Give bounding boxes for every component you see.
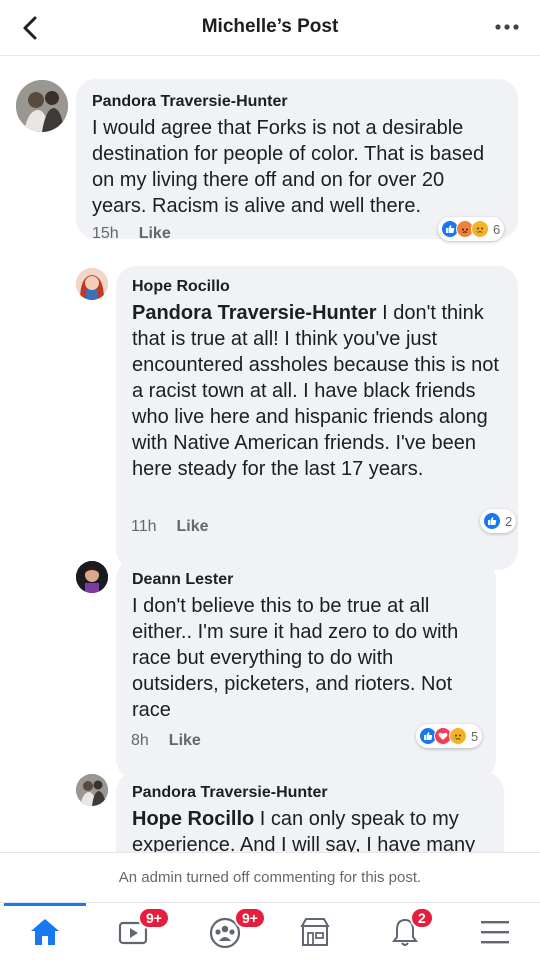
nav-groups[interactable]: 9+ xyxy=(180,903,270,960)
like-reaction-icon xyxy=(483,512,501,530)
avatar[interactable] xyxy=(76,561,108,593)
more-options-button[interactable] xyxy=(492,14,522,40)
nav-marketplace[interactable] xyxy=(270,903,360,960)
mention-link[interactable]: Hope Rocillo xyxy=(132,808,254,830)
notification-badge: 9+ xyxy=(138,907,170,929)
comment-time[interactable]: 11h xyxy=(131,518,157,536)
comment-time[interactable]: 15h xyxy=(92,225,119,243)
comment-bubble[interactable]: Pandora Traversie-Hunter I would agree t… xyxy=(76,79,518,239)
comment-time[interactable]: 8h xyxy=(131,732,149,750)
comment-author[interactable]: Hope Rocillo xyxy=(132,276,504,298)
like-button[interactable]: Like xyxy=(139,225,171,243)
sad-reaction-icon xyxy=(471,220,489,238)
reaction-count: 2 xyxy=(505,513,513,529)
nav-notifications[interactable]: 2 xyxy=(360,903,450,960)
avatar[interactable] xyxy=(76,268,108,300)
avatar[interactable] xyxy=(16,80,68,132)
menu-icon xyxy=(481,921,509,944)
commenting-disabled-notice: An admin turned off commenting for this … xyxy=(0,852,540,902)
page-title: Michelle’s Post xyxy=(201,16,339,37)
reaction-summary[interactable]: 5 xyxy=(416,724,483,748)
notification-badge: 9+ xyxy=(234,907,266,929)
comment-author[interactable]: Pandora Traversie-Hunter xyxy=(132,782,490,804)
comment-author[interactable]: Deann Lester xyxy=(132,569,482,591)
mention-link[interactable]: Pandora Traversie-Hunter xyxy=(132,302,377,324)
like-button[interactable]: Like xyxy=(169,732,201,750)
comment-meta: 8h Like xyxy=(131,732,201,750)
like-button[interactable]: Like xyxy=(177,518,209,536)
comment-meta: 11h Like xyxy=(131,518,209,536)
reaction-summary[interactable]: 6 xyxy=(438,217,505,241)
reaction-count: 5 xyxy=(471,728,479,744)
more-horizontal-icon xyxy=(495,24,519,30)
comments-feed[interactable]: Pandora Traversie-Hunter I would agree t… xyxy=(0,56,540,852)
comment-meta: 15h Like xyxy=(92,225,171,243)
comment-body: I don't think that is true at all! I thi… xyxy=(132,302,499,480)
comment-author[interactable]: Pandora Traversie-Hunter xyxy=(92,91,504,113)
comment-bubble[interactable]: Pandora Traversie-Hunter Hope Rocillo I … xyxy=(116,772,504,852)
comment-text: Pandora Traversie-Hunter I don't think t… xyxy=(132,300,504,482)
comment-text: I would agree that Forks is not a desira… xyxy=(92,117,485,217)
avatar[interactable] xyxy=(76,774,108,806)
sad-reaction-icon xyxy=(449,727,467,745)
notification-badge: 2 xyxy=(410,907,434,929)
top-bar: Michelle’s Post xyxy=(0,0,540,56)
home-icon xyxy=(31,919,59,945)
comment-text: I don't believe this to be true at all e… xyxy=(132,595,459,721)
reaction-summary[interactable]: 2 xyxy=(480,509,517,533)
comment-text: Hope Rocillo I can only speak to my expe… xyxy=(132,806,490,852)
reaction-count: 6 xyxy=(493,221,501,237)
marketplace-icon xyxy=(300,918,330,946)
nav-video[interactable]: 9+ xyxy=(90,903,180,960)
nav-menu[interactable] xyxy=(450,903,540,960)
nav-home[interactable] xyxy=(0,903,90,960)
bottom-navigation: 9+ 9+ 2 xyxy=(0,902,540,960)
